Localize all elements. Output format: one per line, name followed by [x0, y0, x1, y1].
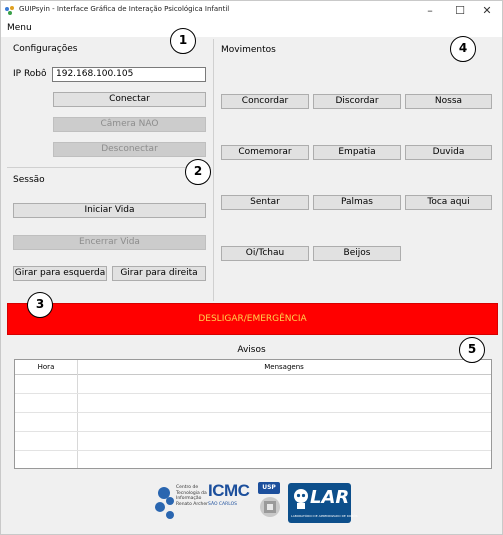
- movements-section-title: Movimentos: [221, 45, 276, 55]
- usp-logo-text: USP: [258, 482, 280, 494]
- stop-life-button[interactable]: Encerrar Vida: [13, 235, 206, 250]
- table-column-separator: [77, 360, 78, 468]
- cti-text-line: Renato Archer: [176, 501, 209, 507]
- lar-logo: LAR LABORATÓRIO DE APRENDIZADO DE ROBÔS: [288, 483, 357, 523]
- table-header-divider: [15, 374, 491, 375]
- lar-robot-icon: [294, 489, 308, 509]
- footer-logos: Centro de Tecnologia da Informação Renat…: [1, 471, 502, 529]
- ip-input[interactable]: 192.168.100.105: [52, 67, 206, 82]
- turn-right-button[interactable]: Girar para direita: [112, 266, 206, 281]
- move-palmas-button[interactable]: Palmas: [313, 195, 401, 210]
- camera-nao-button[interactable]: Câmera NAO: [53, 117, 206, 132]
- maximize-button[interactable]: ☐: [445, 1, 475, 21]
- callout-3: 3: [27, 292, 53, 318]
- table-row: [15, 412, 491, 413]
- config-divider: [7, 167, 211, 168]
- warnings-table: Hora Mensagens: [14, 359, 492, 469]
- emergency-stop-button[interactable]: DESLIGAR/EMERGÊNCIA: [7, 303, 498, 335]
- menu-bar: Menu: [1, 21, 502, 37]
- disconnect-button[interactable]: Desconectar: [53, 142, 206, 157]
- start-life-button[interactable]: Iniciar Vida: [13, 203, 206, 218]
- move-nossa-button[interactable]: Nossa: [405, 94, 492, 109]
- callout-1: 1: [170, 28, 196, 54]
- callout-4: 4: [450, 36, 476, 62]
- move-duvida-button[interactable]: Duvida: [405, 145, 492, 160]
- move-beijos-button[interactable]: Beijos: [313, 246, 401, 261]
- move-comemorar-button[interactable]: Comemorar: [221, 145, 309, 160]
- session-section-title: Sessão: [13, 175, 45, 185]
- callout-2: 2: [185, 159, 211, 185]
- move-discordar-button[interactable]: Discordar: [313, 94, 401, 109]
- icmc-emblem-icon: [260, 497, 280, 517]
- menu-item-menu[interactable]: Menu: [7, 23, 32, 33]
- icmc-logo: ICMC USP SÃO CARLOS: [208, 481, 283, 523]
- lar-subtitle: LABORATÓRIO DE APRENDIZADO DE ROBÔS: [291, 514, 358, 518]
- move-toca-aqui-button[interactable]: Toca aqui: [405, 195, 492, 210]
- move-sentar-button[interactable]: Sentar: [221, 195, 309, 210]
- icmc-logo-text: ICMC: [208, 481, 250, 500]
- ip-label: IP Robô: [13, 69, 47, 79]
- connect-button[interactable]: Conectar: [53, 92, 206, 107]
- main-content: Configurações IP Robô 192.168.100.105 Co…: [1, 28, 502, 534]
- config-section-title: Configurações: [13, 44, 78, 54]
- column-header-mensagens[interactable]: Mensagens: [77, 360, 491, 374]
- cti-logo: Centro de Tecnologia da Informação Renat…: [154, 483, 208, 523]
- app-logo-icon: [5, 6, 14, 15]
- table-row: [15, 431, 491, 432]
- minimize-button[interactable]: –: [415, 1, 445, 21]
- lar-logo-text: LAR: [310, 487, 350, 508]
- warnings-title: Avisos: [237, 345, 266, 355]
- panel-separator: [213, 39, 214, 301]
- table-row: [15, 393, 491, 394]
- close-button[interactable]: ✕: [472, 1, 502, 21]
- turn-left-button[interactable]: Girar para esquerda: [13, 266, 107, 281]
- move-concordar-button[interactable]: Concordar: [221, 94, 309, 109]
- window-title: GUIPsyin - Interface Gráfica de Interaçã…: [19, 5, 230, 13]
- move-empatia-button[interactable]: Empatia: [313, 145, 401, 160]
- app-window: GUIPsyin - Interface Gráfica de Interaçã…: [0, 0, 503, 535]
- title-bar: GUIPsyin - Interface Gráfica de Interaçã…: [1, 1, 502, 21]
- callout-5: 5: [459, 337, 485, 363]
- icmc-subtitle: SÃO CARLOS: [208, 502, 238, 507]
- column-header-hora[interactable]: Hora: [15, 360, 77, 374]
- table-row: [15, 450, 491, 451]
- move-oi-tchau-button[interactable]: Oi/Tchau: [221, 246, 309, 261]
